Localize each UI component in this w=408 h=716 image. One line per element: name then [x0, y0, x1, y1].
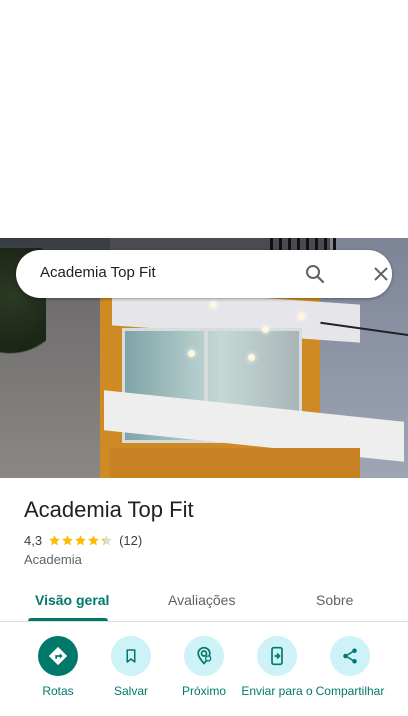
share-button[interactable]: Compartilhar	[310, 636, 390, 699]
tab-bar: Visão geral Avaliações Sobre	[0, 586, 408, 622]
action-buttons: Rotas Salvar Próximo Enviar para o Compa…	[0, 636, 408, 716]
place-title: Academia Top Fit	[24, 497, 194, 522]
review-count: (12)	[119, 532, 143, 548]
share-label: Compartilhar	[315, 684, 385, 698]
rating-value: 4,3	[24, 532, 43, 548]
search-input[interactable]: Academia Top Fit	[40, 264, 156, 281]
star-icon	[88, 534, 99, 545]
share-icon	[330, 636, 370, 676]
directions-button[interactable]: Rotas	[18, 636, 98, 699]
tab-about[interactable]: Sobre	[316, 592, 353, 608]
rating-stars	[48, 534, 113, 547]
star-icon	[49, 534, 60, 545]
save-label: Salvar	[113, 684, 148, 698]
place-info-panel: Academia Top Fit 4,3 (12) Academia Visão…	[0, 478, 408, 716]
rating-row[interactable]: 4,3 (12)	[24, 531, 142, 549]
tab-reviews[interactable]: Avaliações	[168, 592, 235, 608]
active-tab-indicator	[28, 618, 108, 621]
close-icon[interactable]	[369, 262, 393, 286]
send-to-phone-icon	[257, 636, 297, 676]
directions-label: Rotas	[42, 684, 74, 698]
place-page: Academia Top Fit Academia Top Fit 4,3 (1…	[0, 0, 408, 716]
search-icon[interactable]	[303, 262, 327, 286]
star-icon	[62, 534, 73, 545]
tab-overview[interactable]: Visão geral	[35, 592, 109, 608]
search-bar[interactable]: Academia Top Fit	[16, 250, 392, 298]
save-button[interactable]: Salvar	[91, 636, 171, 699]
nearby-label: Próximo	[181, 684, 226, 698]
place-category[interactable]: Academia	[24, 552, 82, 567]
nearby-button[interactable]: Próximo	[164, 636, 244, 699]
send-to-phone-button[interactable]: Enviar para o	[237, 636, 317, 699]
nearby-icon	[184, 636, 224, 676]
star-icon	[101, 534, 112, 545]
bookmark-icon	[111, 636, 151, 676]
directions-icon	[38, 636, 78, 676]
map-area[interactable]	[0, 0, 408, 238]
star-icon	[75, 534, 86, 545]
send-to-phone-label: Enviar para o	[241, 684, 313, 698]
